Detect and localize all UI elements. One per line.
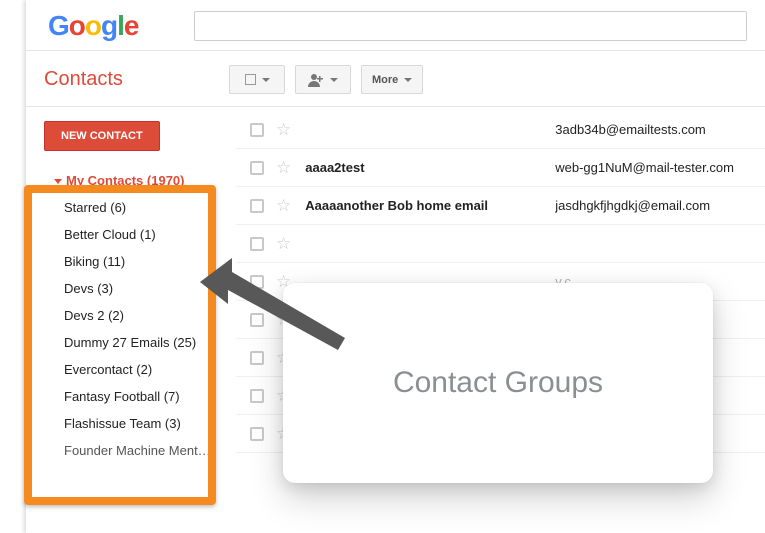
contact-email: jasdhgkfjhgdkj@email.com [555,198,765,213]
row-checkbox[interactable] [250,123,264,137]
chevron-down-icon [262,78,270,82]
sidebar-group-label: My Contacts (1970) [66,173,184,188]
new-contact-button[interactable]: NEW CONTACT [44,121,160,151]
row-checkbox[interactable] [250,351,264,365]
star-icon[interactable]: ☆ [276,158,291,178]
contact-name: aaaa2test [305,160,555,175]
callout-card: Contact Groups [283,283,713,483]
contact-email: web-gg1NuM@mail-tester.com [555,160,765,175]
row-checkbox[interactable] [250,161,264,175]
callout-text: Contact Groups [393,366,603,400]
sidebar-group-item[interactable]: Founder Machine Ment… [44,437,236,464]
search-input[interactable] [194,11,747,41]
app-title: Contacts [44,68,229,91]
row-checkbox[interactable] [250,275,264,289]
row-checkbox[interactable] [250,389,264,403]
star-icon[interactable]: ☆ [276,196,291,216]
chevron-down-icon [330,78,338,82]
sidebar-group-my-contacts[interactable]: My Contacts (1970) [44,167,236,194]
star-icon[interactable]: ☆ [276,234,291,254]
sidebar-group-item[interactable]: Devs (3) [44,275,236,302]
contact-name: Aaaaanother Bob home email [305,198,555,213]
triangle-down-icon [54,179,62,184]
add-to-group-button[interactable] [295,65,351,94]
more-label: More [372,74,398,86]
sidebar-group-item[interactable]: Biking (11) [44,248,236,275]
sidebar-group-item[interactable]: Dummy 27 Emails (25) [44,329,236,356]
checkbox-icon [245,74,256,85]
person-plus-icon [308,73,324,87]
star-icon[interactable]: ☆ [276,120,291,140]
select-all-button[interactable] [229,65,285,94]
contact-row[interactable]: ☆ 3adb34b@emailtests.com [236,111,765,149]
row-checkbox[interactable] [250,199,264,213]
google-logo: Google [44,10,194,42]
row-checkbox[interactable] [250,237,264,251]
sidebar-group-item[interactable]: Flashissue Team (3) [44,410,236,437]
row-checkbox[interactable] [250,313,264,327]
sidebar-group-item[interactable]: Starred (6) [44,194,236,221]
chevron-down-icon [404,78,412,82]
more-button[interactable]: More [361,65,423,94]
sidebar-group-item[interactable]: Fantasy Football (7) [44,383,236,410]
sidebar-group-item[interactable]: Better Cloud (1) [44,221,236,248]
sidebar-group-item[interactable]: Evercontact (2) [44,356,236,383]
row-checkbox[interactable] [250,427,264,441]
contact-row[interactable]: ☆ aaaa2testweb-gg1NuM@mail-tester.com [236,149,765,187]
sidebar-group-item[interactable]: Devs 2 (2) [44,302,236,329]
contact-row[interactable]: ☆ [236,225,765,263]
contact-email: 3adb34b@emailtests.com [555,122,765,137]
contact-row[interactable]: ☆ Aaaaanother Bob home emailjasdhgkfjhgdk… [236,187,765,225]
